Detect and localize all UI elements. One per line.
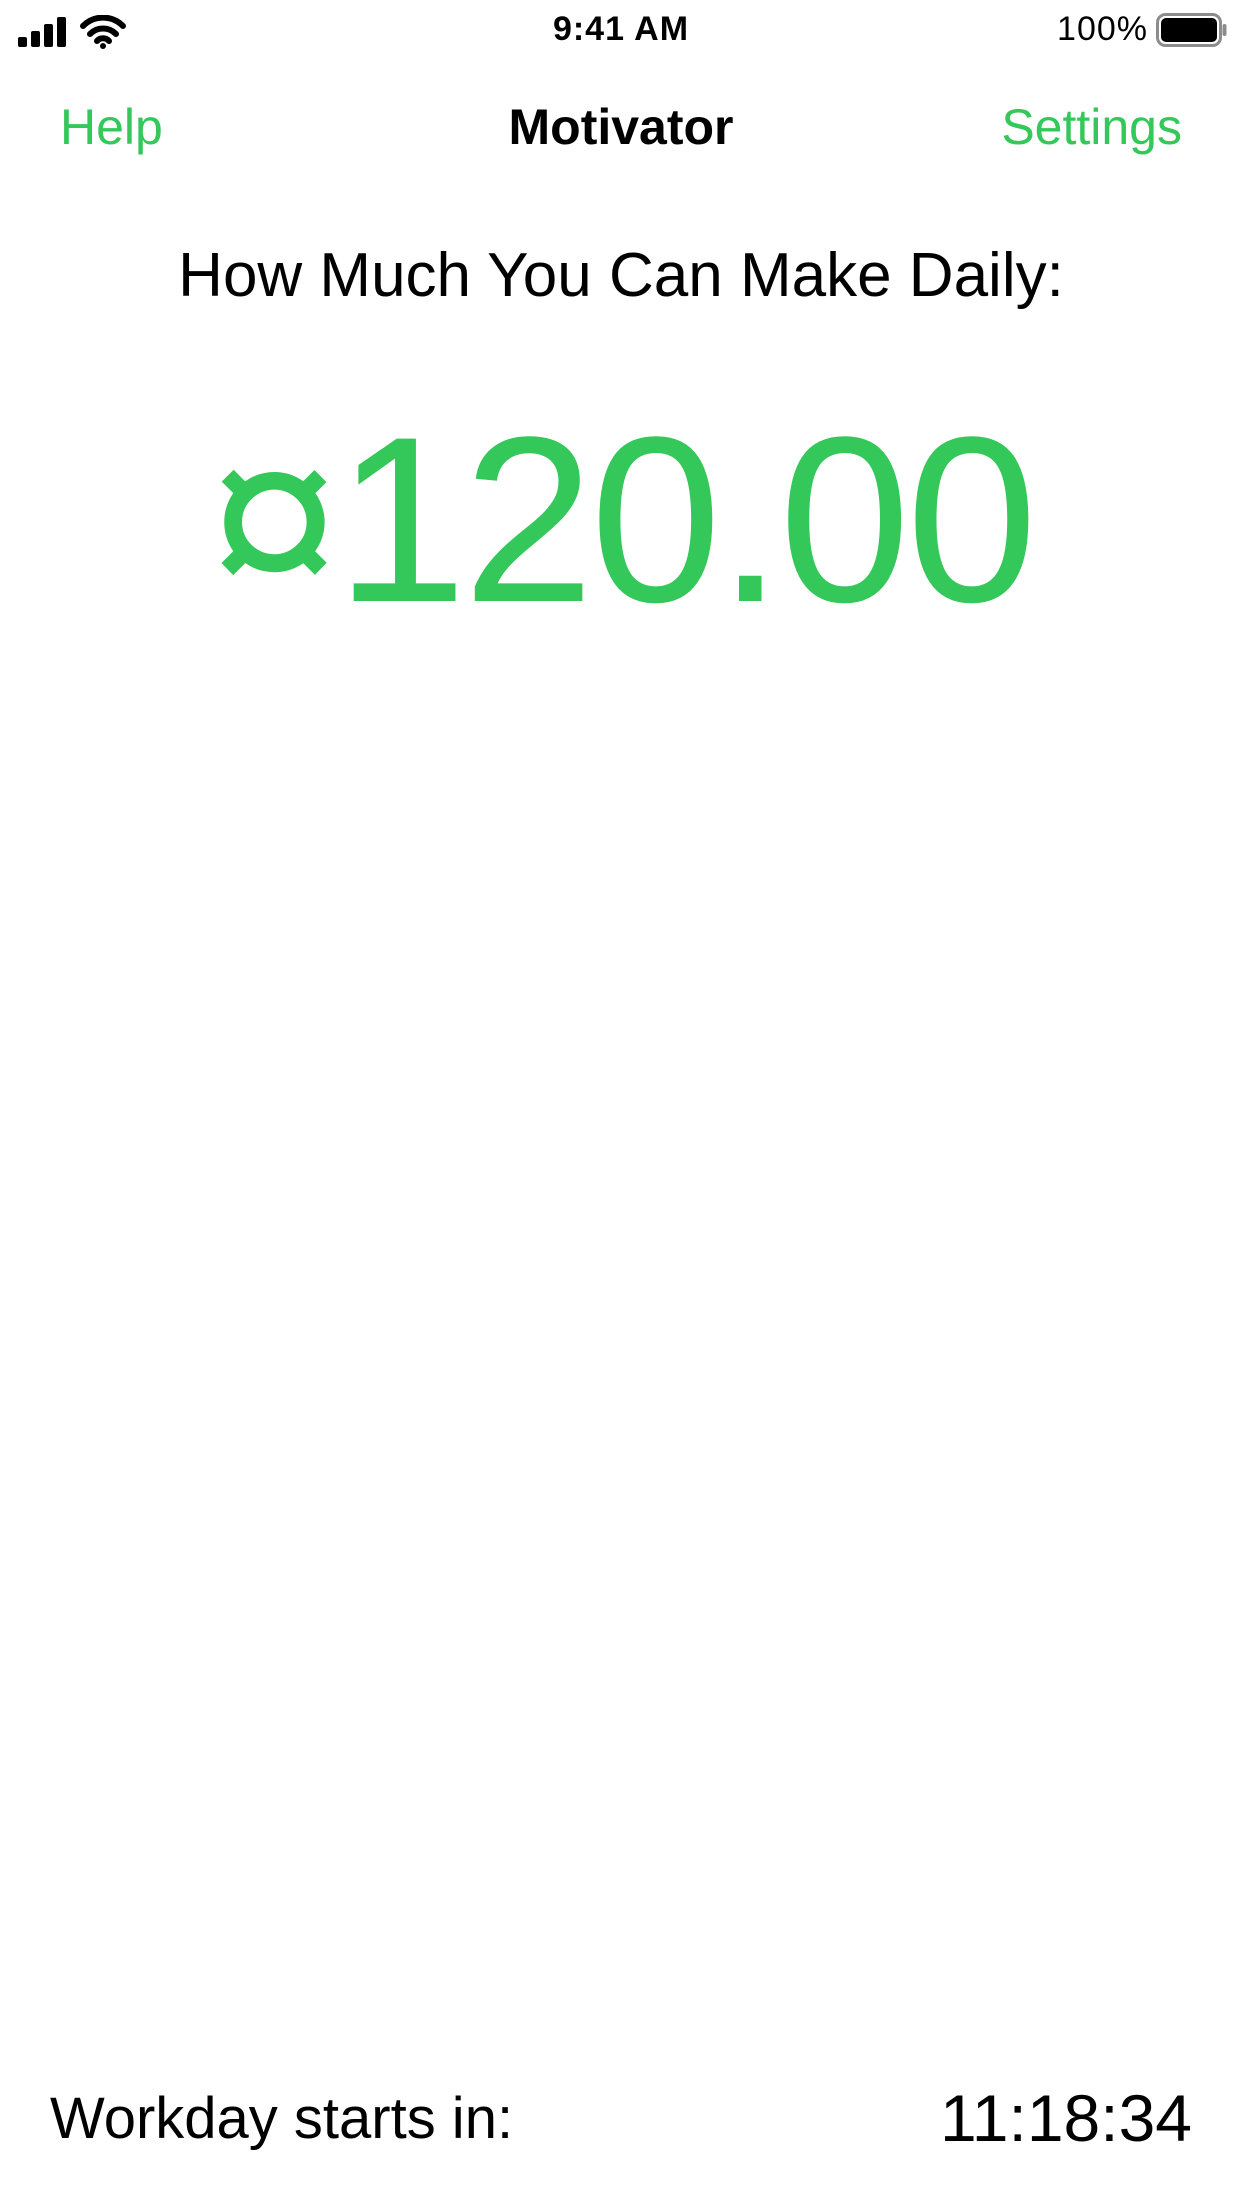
- status-right: 100%: [1057, 10, 1228, 49]
- navigation-bar: Help Motivator Settings: [0, 88, 1242, 168]
- daily-earnings-headline: How Much You Can Make Daily:: [178, 241, 1064, 310]
- battery-icon: [1156, 12, 1227, 47]
- settings-button[interactable]: Settings: [1001, 98, 1182, 156]
- status-time: 9:41 AM: [552, 10, 690, 48]
- workday-countdown-label: Workday starts in:: [50, 2086, 514, 2151]
- workday-countdown-timer: 11:18:34: [939, 2081, 1192, 2155]
- battery-percentage: 100%: [1057, 10, 1148, 48]
- daily-earnings-amount: ¤120.00: [208, 388, 1037, 652]
- status-bar: 9:41 AM 100%: [0, 0, 1242, 60]
